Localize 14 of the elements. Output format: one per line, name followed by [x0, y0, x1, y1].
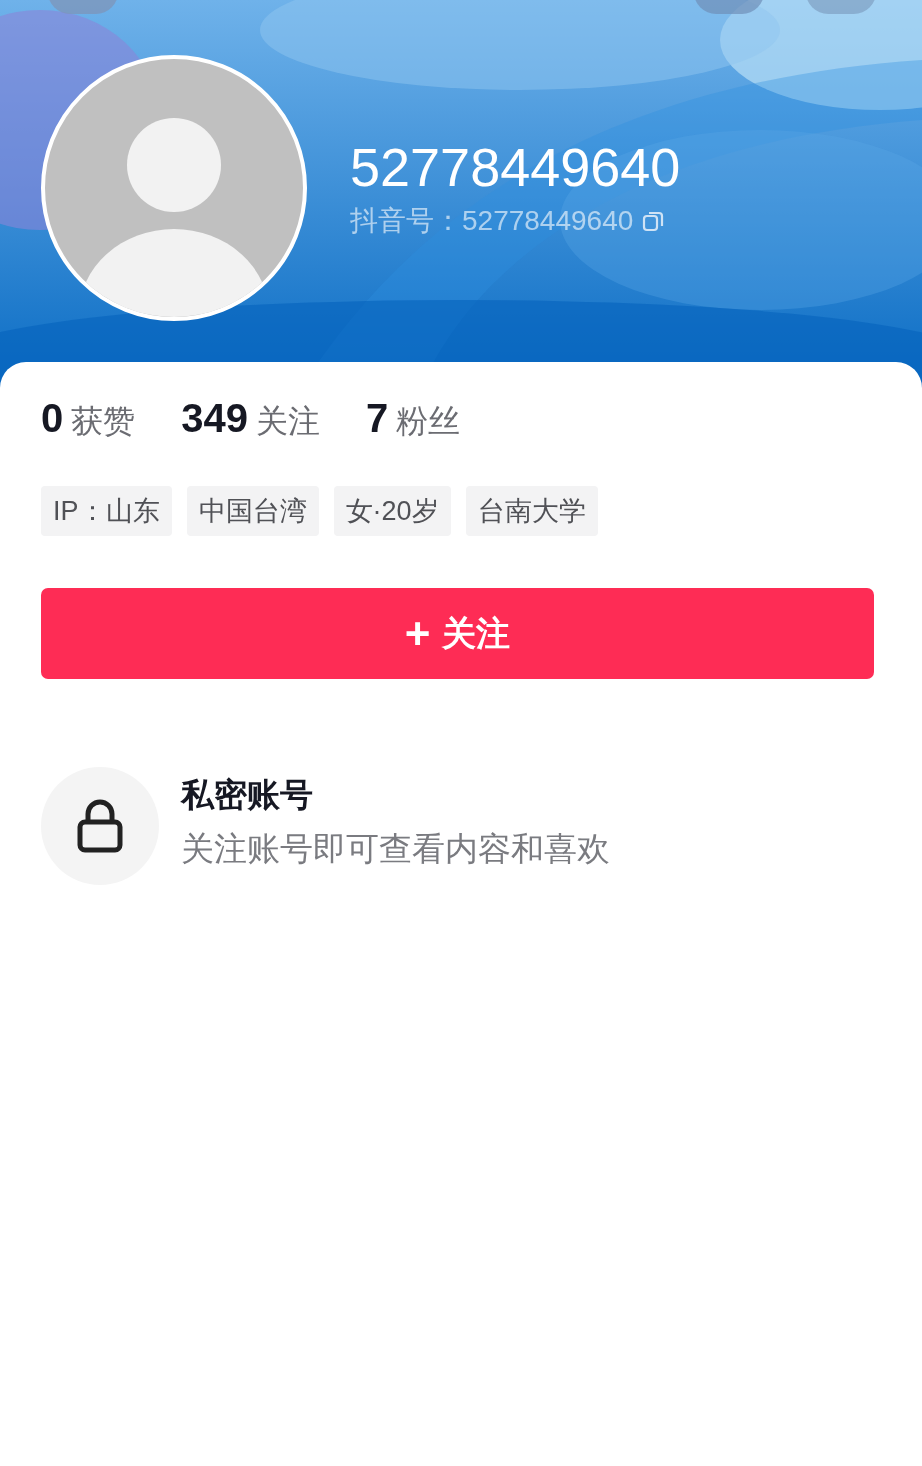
- stat-button[interactable]: 349 关注: [181, 388, 320, 448]
- tag: 台南大学: [465, 486, 598, 536]
- user-id: 抖音号：52778449640: [350, 204, 634, 238]
- private-description: 关注账号即可查看内容和喜欢: [181, 829, 610, 869]
- follow-button[interactable]: + 关注: [41, 588, 874, 679]
- private-title: 私密账号: [181, 775, 314, 815]
- username: 52778449640: [350, 136, 681, 199]
- tag: IP：山东: [41, 486, 172, 536]
- tag: 女·20岁: [333, 486, 451, 536]
- stat-button[interactable]: 0 获赞: [41, 388, 136, 448]
- lock-icon: [76, 798, 124, 854]
- copy-icon[interactable]: [641, 209, 666, 233]
- stat-button[interactable]: 7 粉丝: [366, 388, 461, 448]
- tag: 中国台湾: [186, 486, 319, 536]
